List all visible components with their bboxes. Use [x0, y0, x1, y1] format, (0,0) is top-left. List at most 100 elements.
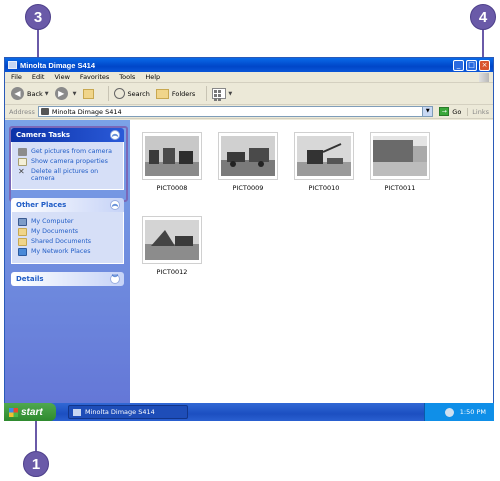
place-label: My Computer	[31, 218, 74, 225]
forward-button[interactable]: ▶ ▼	[54, 87, 77, 100]
taskbar-window-button[interactable]: Minolta Dimage S414	[68, 405, 188, 419]
picture-item[interactable]: PICT0011	[370, 132, 430, 192]
toolbar: ◀ Back ▼ ▶ ▼ Search Folders ▼	[5, 83, 493, 105]
taskbar-window-label: Minolta Dimage S414	[85, 408, 155, 416]
windows-flag-icon	[9, 407, 18, 417]
up-folder-icon	[82, 88, 94, 99]
task-pane: Camera Tasks ︽ Get pictures from camera …	[5, 120, 130, 420]
system-tray: 1:50 PM	[424, 403, 494, 421]
search-label: Search	[127, 89, 150, 98]
picture-name: PICT0010	[308, 184, 340, 192]
start-button[interactable]: start	[4, 403, 56, 421]
expand-icon[interactable]: ︾	[110, 274, 120, 284]
picture-item[interactable]: PICT0010	[294, 132, 354, 192]
menu-help[interactable]: Help	[145, 73, 160, 81]
picture-item[interactable]: PICT0008	[142, 132, 202, 192]
place-shared-documents[interactable]: Shared Documents	[18, 238, 117, 246]
windows-logo-icon	[479, 73, 489, 82]
up-folder-button[interactable]	[82, 88, 97, 99]
search-button[interactable]: Search	[113, 88, 150, 99]
search-icon	[113, 88, 125, 99]
views-icon	[212, 88, 227, 101]
thumbnail-frame	[142, 132, 202, 180]
menu-bar: File Edit View Favorites Tools Help	[5, 72, 493, 83]
address-bar: Address Minolta Dimage S414 ▼ → Go Links	[5, 105, 493, 119]
other-places-body: My Computer My Documents Shared Document…	[11, 212, 124, 264]
address-value: Minolta Dimage S414	[51, 107, 122, 116]
chevron-down-icon[interactable]: ▼	[73, 91, 77, 97]
thumbnail-frame	[294, 132, 354, 180]
details-panel: Details ︾	[11, 272, 124, 286]
forward-arrow-icon: ▶	[54, 87, 68, 100]
folders-button[interactable]: Folders	[155, 88, 196, 99]
picture-item[interactable]: PICT0009	[218, 132, 278, 192]
other-places-title: Other Places	[16, 201, 67, 209]
chevron-down-icon[interactable]: ▼	[422, 107, 433, 116]
back-button[interactable]: ◀ Back ▼	[11, 87, 49, 100]
thumbnail-frame	[142, 216, 202, 264]
callout-1-line	[35, 421, 37, 451]
picture-name: PICT0008	[156, 184, 188, 192]
place-my-documents[interactable]: My Documents	[18, 228, 117, 236]
place-label: Shared Documents	[31, 238, 92, 245]
folder-icon	[18, 228, 27, 236]
back-label: Back	[27, 89, 43, 98]
details-header[interactable]: Details ︾	[11, 272, 124, 286]
maximize-button[interactable]: □	[466, 59, 477, 71]
picture-item[interactable]: PICT0012	[142, 216, 202, 276]
camera-icon	[40, 108, 49, 115]
toolbar-separator	[107, 86, 109, 101]
photo-thumbnail	[373, 136, 427, 176]
thumbnail-frame	[218, 132, 278, 180]
place-my-computer[interactable]: My Computer	[18, 218, 117, 226]
go-label: Go	[452, 107, 462, 116]
camera-tasks-highlight	[9, 126, 128, 202]
camera-window-icon	[73, 408, 81, 416]
other-places-panel: Other Places ︽ My Computer My Documents …	[11, 198, 124, 264]
picture-name: PICT0012	[156, 268, 188, 276]
camera-window-icon	[8, 61, 17, 69]
thumbnail-frame	[370, 132, 430, 180]
network-icon	[18, 248, 27, 256]
toolbar-separator	[206, 86, 208, 101]
picture-name: PICT0011	[384, 184, 416, 192]
file-view: PICT0008 PICT0009 PICT0010 PICT0011 PICT…	[130, 120, 493, 420]
menu-view[interactable]: View	[54, 73, 69, 81]
close-button[interactable]: ×	[479, 59, 490, 71]
views-button[interactable]: ▼	[212, 88, 232, 101]
collapse-icon[interactable]: ︽	[110, 200, 120, 210]
tray-icon[interactable]	[444, 407, 454, 417]
chevron-down-icon[interactable]: ▼	[228, 91, 232, 97]
computer-icon	[18, 218, 27, 226]
minimize-button[interactable]: _	[453, 59, 464, 71]
address-input[interactable]: Minolta Dimage S414 ▼	[37, 106, 434, 117]
chevron-down-icon[interactable]: ▼	[45, 91, 49, 97]
taskbar: start Minolta Dimage S414 1:50 PM	[4, 403, 494, 421]
go-arrow-icon: →	[439, 107, 450, 116]
menu-edit[interactable]: Edit	[32, 73, 45, 81]
place-network-places[interactable]: My Network Places	[18, 248, 117, 256]
links-button[interactable]: Links	[467, 107, 489, 116]
place-label: My Network Places	[31, 248, 91, 255]
details-title: Details	[16, 275, 44, 283]
start-label: start	[21, 406, 43, 418]
photo-thumbnail	[145, 220, 199, 260]
photo-thumbnail	[145, 136, 199, 176]
callout-1: 1	[23, 451, 49, 477]
address-label: Address	[9, 107, 35, 116]
main-area: Camera Tasks ︽ Get pictures from camera …	[5, 120, 493, 420]
back-arrow-icon: ◀	[11, 87, 24, 100]
photo-thumbnail	[297, 136, 351, 176]
window-title: Minolta Dimage S414	[20, 60, 96, 70]
menu-favorites[interactable]: Favorites	[80, 73, 109, 81]
explorer-window: Minolta Dimage S414 _ □ × File Edit View…	[4, 57, 494, 421]
photo-thumbnail	[221, 136, 275, 176]
go-button[interactable]: → Go	[439, 107, 461, 116]
menu-tools[interactable]: Tools	[119, 73, 135, 81]
other-places-header[interactable]: Other Places ︽	[11, 198, 124, 212]
folders-label: Folders	[171, 89, 196, 98]
title-bar: Minolta Dimage S414 _ □ ×	[5, 58, 493, 72]
callout-4: 4	[470, 4, 496, 30]
folder-icon	[18, 238, 27, 246]
menu-file[interactable]: File	[11, 73, 22, 81]
